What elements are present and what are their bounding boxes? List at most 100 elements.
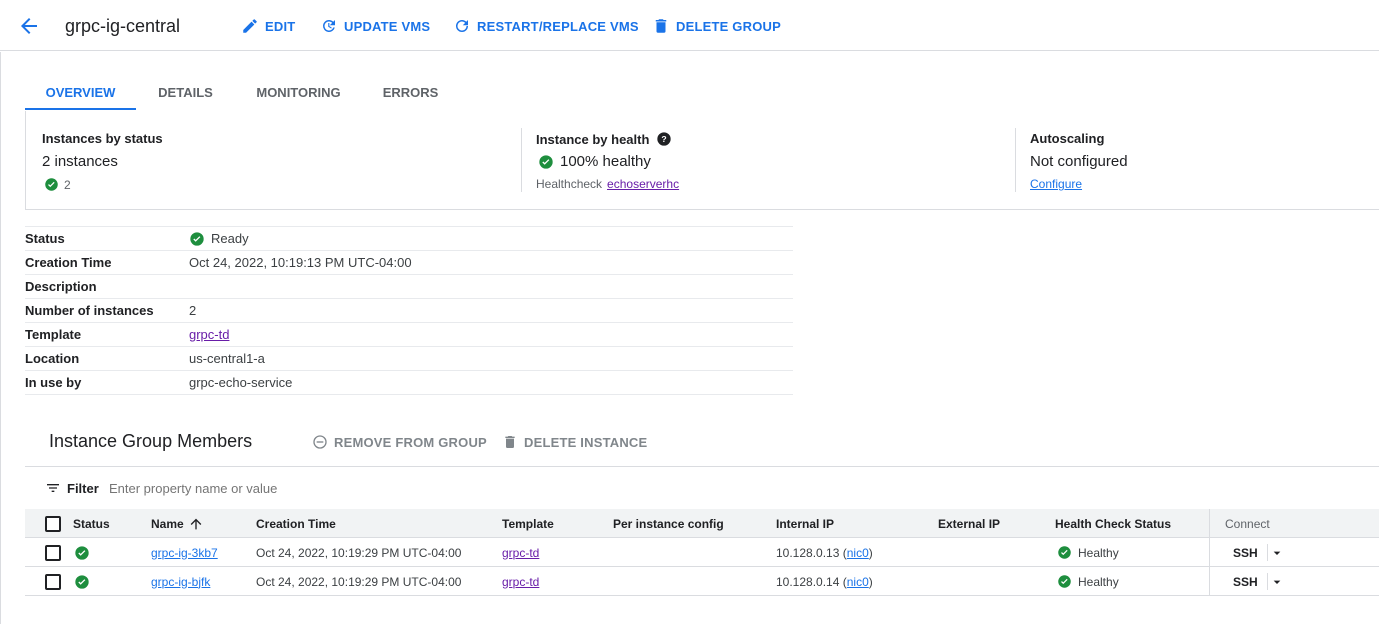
col-name[interactable]: Name <box>151 509 204 538</box>
nic-close-paren: ) <box>868 545 873 560</box>
ip-value: 10.128.0.13 <box>776 545 840 560</box>
edit-button[interactable]: EDIT <box>241 14 295 38</box>
col-internal-ip[interactable]: Internal IP <box>776 509 834 538</box>
health-label: Healthy <box>1078 574 1119 589</box>
nic-link[interactable]: nic0 <box>847 546 869 560</box>
left-rule <box>0 52 1 624</box>
dropdown-arrow-icon <box>1269 574 1285 590</box>
template-link[interactable]: grpc-td <box>189 327 229 342</box>
svg-text:?: ? <box>662 134 667 144</box>
row-checkbox[interactable] <box>45 544 61 561</box>
detail-value: Oct 24, 2022, 10:19:13 PM UTC-04:00 <box>189 255 412 270</box>
name-cell: grpc-ig-bjfk <box>151 567 210 596</box>
autoscaling-heading: Autoscaling <box>1030 131 1105 146</box>
health-card-heading: Instance by health ? <box>536 131 672 147</box>
delete-instance-button[interactable]: DELETE INSTANCE <box>502 433 647 451</box>
detail-row-status: Status Ready <box>25 227 793 251</box>
check-circle-icon <box>189 231 205 247</box>
detail-value: grpc-echo-service <box>189 375 293 390</box>
dropdown-arrow-icon <box>1269 545 1285 561</box>
ssh-button[interactable]: SSH <box>1233 538 1258 567</box>
refresh-icon <box>453 17 471 35</box>
summary-panel: Instances by status 2 instances 2 Instan… <box>25 111 1379 210</box>
status-ok-count: 2 <box>44 177 71 192</box>
healthcheck-link[interactable]: echoserverhc <box>607 177 679 191</box>
detail-key: Creation Time <box>25 255 112 270</box>
tab-details[interactable]: DETAILS <box>136 78 235 110</box>
row-checkbox[interactable] <box>45 573 61 590</box>
configure-link[interactable]: Configure <box>1030 177 1082 191</box>
col-per-instance-config[interactable]: Per instance config <box>613 509 724 538</box>
health-percent: 100% healthy <box>560 153 651 170</box>
column-separator <box>1209 567 1210 595</box>
template-link[interactable]: grpc-td <box>502 546 539 560</box>
ssh-dropdown[interactable] <box>1267 544 1285 561</box>
autoscaling-configure-line: Configure <box>1030 177 1082 191</box>
filter-label-group: Filter <box>45 480 99 496</box>
trash-icon <box>502 434 518 450</box>
members-title: Instance Group Members <box>49 431 253 451</box>
instance-name-link[interactable]: grpc-ig-bjfk <box>151 575 210 589</box>
detail-value: 2 <box>189 303 197 318</box>
edit-label: EDIT <box>265 18 296 34</box>
sort-arrow-up-icon <box>188 516 204 532</box>
pencil-icon <box>241 17 259 35</box>
nic-close-paren: ) <box>868 574 873 589</box>
creation-time-cell: Oct 24, 2022, 10:19:29 PM UTC-04:00 <box>256 574 462 589</box>
creation-time-cell: Oct 24, 2022, 10:19:29 PM UTC-04:00 <box>256 545 462 560</box>
tab-bar: OVERVIEW DETAILS MONITORING ERRORS <box>25 78 459 110</box>
details-table: Status Ready Creation Time Oct 24, 2022,… <box>25 226 793 395</box>
select-all-checkbox-cell <box>45 509 61 538</box>
ssh-dropdown[interactable] <box>1267 573 1285 590</box>
help-icon[interactable]: ? <box>656 131 672 147</box>
detail-row-description: Description <box>25 275 793 299</box>
update-vms-button[interactable]: UPDATE VMS <box>320 14 430 38</box>
remove-from-group-button[interactable]: REMOVE FROM GROUP <box>312 433 487 451</box>
restart-replace-button[interactable]: RESTART/REPLACE VMS <box>453 14 639 38</box>
select-all-checkbox[interactable] <box>45 515 61 532</box>
instance-name-link[interactable]: grpc-ig-3kb7 <box>151 546 218 560</box>
detail-row-num-instances: Number of instances 2 <box>25 299 793 323</box>
status-cell <box>74 567 90 596</box>
status-value: Ready <box>211 231 249 246</box>
col-creation-time[interactable]: Creation Time <box>256 509 336 538</box>
column-separator <box>1209 538 1210 566</box>
col-external-ip[interactable]: External IP <box>938 509 1000 538</box>
back-arrow-icon[interactable] <box>17 14 41 38</box>
page-header: grpc-ig-central EDIT UPDATE VMS RESTART/… <box>0 0 1379 51</box>
tab-overview[interactable]: OVERVIEW <box>25 78 136 110</box>
detail-key: Status <box>25 231 65 246</box>
autoscaling-card: Autoscaling Not configured Configure <box>1016 111 1379 210</box>
detail-key: Location <box>25 351 80 366</box>
tab-errors[interactable]: ERRORS <box>362 78 459 110</box>
filter-input[interactable] <box>109 481 509 496</box>
tab-monitoring[interactable]: MONITORING <box>235 78 362 110</box>
status-card-value: 2 instances <box>42 153 118 170</box>
health-cell: Healthy <box>1057 538 1119 567</box>
delete-instance-label: DELETE INSTANCE <box>524 434 648 450</box>
status-card: Instances by status 2 instances 2 <box>26 111 521 210</box>
detail-value: Ready <box>189 231 249 247</box>
page-title: grpc-ig-central <box>65 16 181 36</box>
template-cell: grpc-td <box>502 567 539 596</box>
detail-key: Template <box>25 327 82 342</box>
check-circle-icon <box>44 177 59 192</box>
delete-group-button[interactable]: DELETE GROUP <box>652 14 781 38</box>
remove-circle-icon <box>312 434 328 450</box>
internal-ip-cell: 10.128.0.14 (nic0) <box>776 567 873 596</box>
internal-ip-cell: 10.128.0.13 (nic0) <box>776 538 873 567</box>
col-health-check-status[interactable]: Health Check Status <box>1055 509 1171 538</box>
detail-row-creation-time: Creation Time Oct 24, 2022, 10:19:13 PM … <box>25 251 793 275</box>
filter-list-icon <box>45 480 61 496</box>
nic-link[interactable]: nic0 <box>847 575 869 589</box>
ssh-button[interactable]: SSH <box>1233 567 1258 596</box>
update-icon <box>320 17 338 35</box>
detail-key: Description <box>25 279 97 294</box>
col-template[interactable]: Template <box>502 509 554 538</box>
col-status[interactable]: Status <box>73 509 110 538</box>
table-header: Status Name Creation Time Template Per i… <box>25 509 1379 538</box>
template-link[interactable]: grpc-td <box>502 575 539 589</box>
detail-row-location: Location us-central1-a <box>25 347 793 371</box>
health-label: Healthy <box>1078 545 1119 560</box>
ok-count-label: 2 <box>64 177 71 192</box>
